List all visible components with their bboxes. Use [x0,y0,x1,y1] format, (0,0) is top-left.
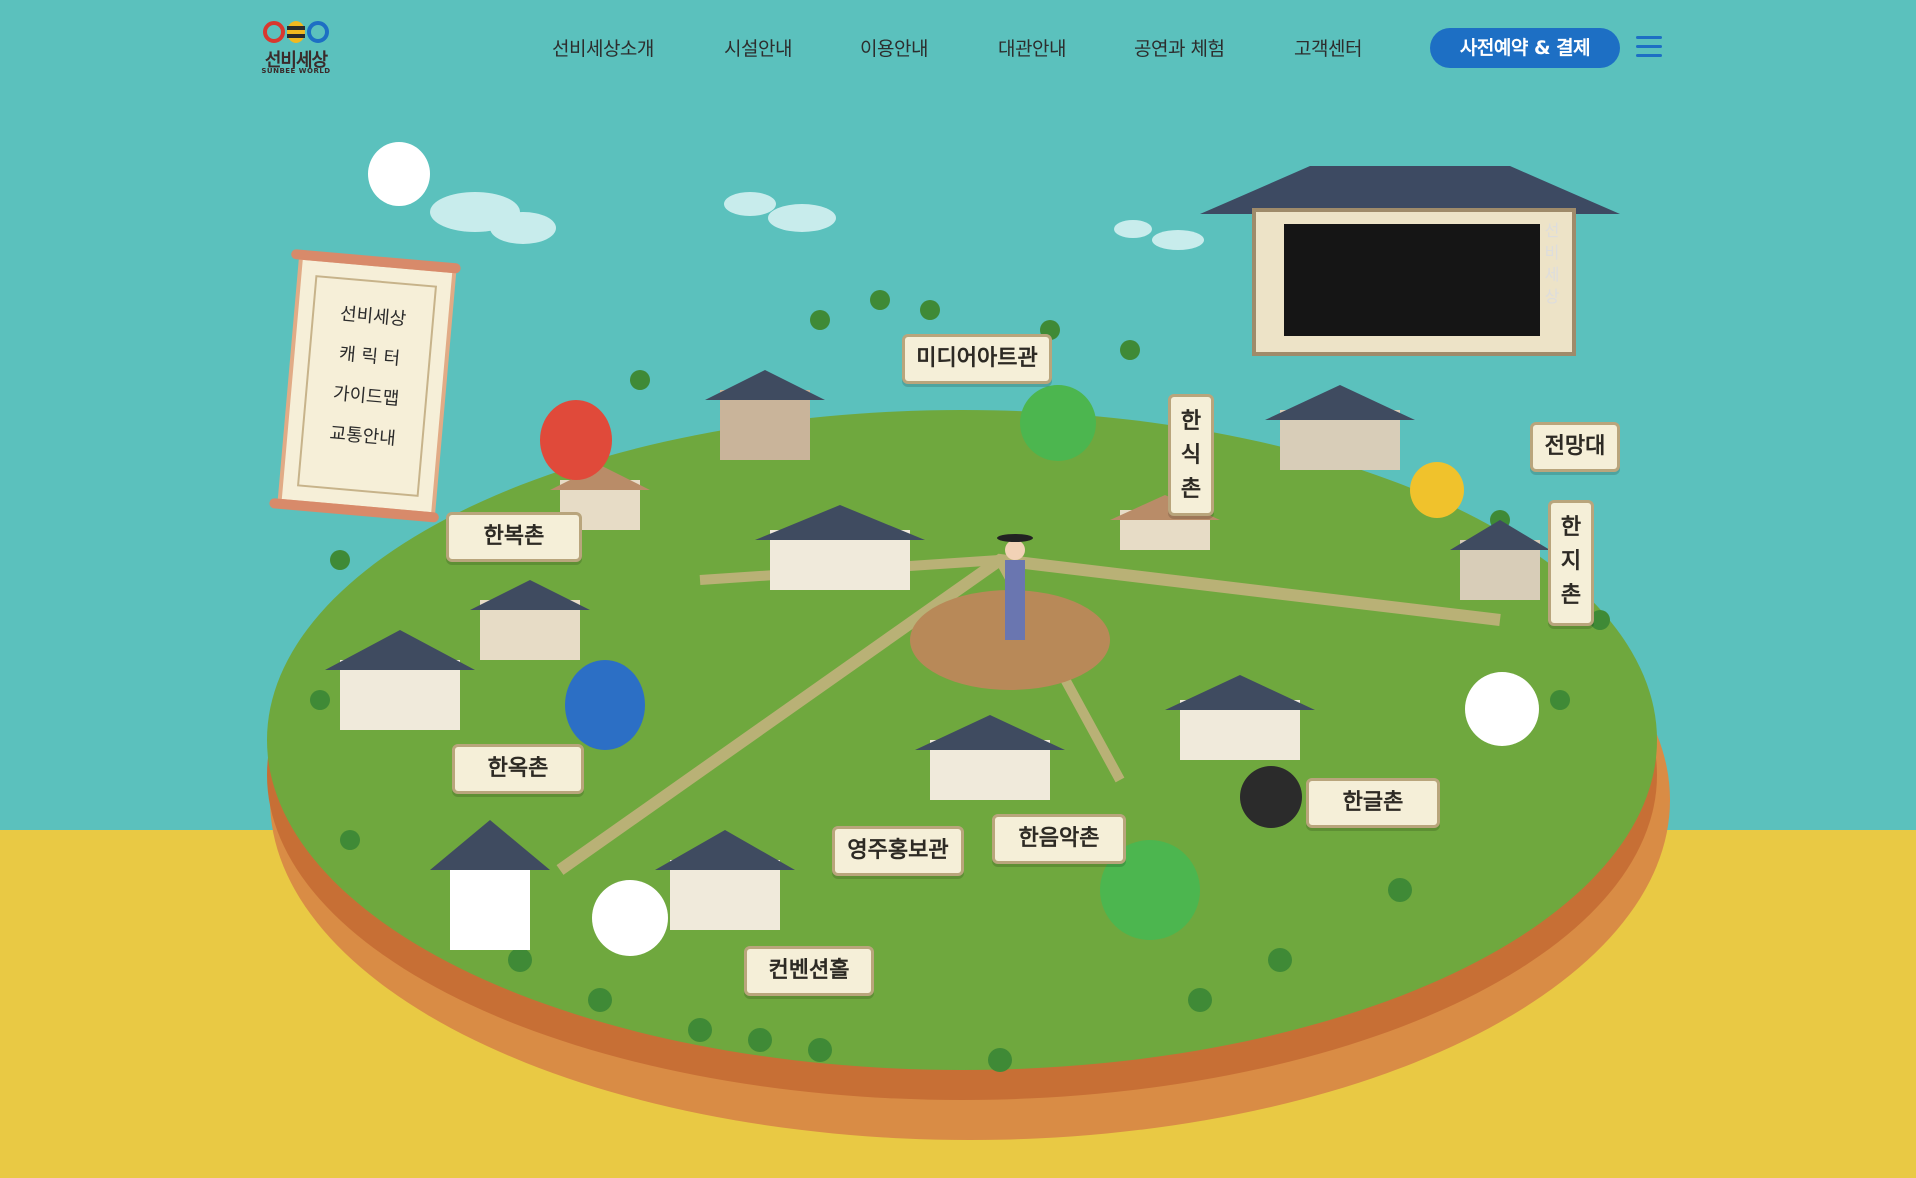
character-black [1240,766,1302,828]
map-label-hanji[interactable]: 한지촌 [1548,500,1594,626]
character-white-megaphone [592,880,668,956]
scroll-item-intro[interactable]: 선비세상 [313,297,433,333]
site-logo[interactable]: 선비세상 SUNBEE WORLD [258,16,334,76]
reservation-button[interactable]: 사전예약 & 결제 [1430,28,1620,68]
media-screen[interactable]: 선비세상 [1252,208,1576,356]
hamburger-icon[interactable] [1636,34,1664,58]
character-red [540,400,612,480]
map-label-hangeul[interactable]: 한글촌 [1306,778,1440,828]
nav-item-performance[interactable]: 공연과 체험 [1134,34,1225,61]
map-label-hanbok[interactable]: 한복촌 [446,512,582,562]
guide-map-island [267,290,1670,1140]
nav-item-rental[interactable]: 대관안내 [998,34,1066,61]
scroll-item-guide-map[interactable]: 가이드맵 [306,377,426,413]
character-green [1020,385,1096,461]
scroll-item-directions[interactable]: 교통안내 [303,417,423,453]
scroll-menu: 선비세상 캐 릭 터 가이드맵 교통안내 [269,248,462,523]
video-thumbnail [1284,224,1540,336]
map-label-hanok[interactable]: 한옥촌 [452,744,584,794]
map-label-media-art[interactable]: 미디어아트관 [902,334,1052,384]
site-header: 선비세상 SUNBEE WORLD 선비세상소개 시설안내 이용안내 대관안내 … [0,0,1916,96]
character-white-top [368,142,430,206]
logo-subtext: SUNBEE WORLD [261,67,331,75]
map-label-observatory[interactable]: 전망대 [1530,422,1620,472]
nav-item-intro[interactable]: 선비세상소개 [552,34,654,61]
scroll-item-characters[interactable]: 캐 릭 터 [310,337,430,373]
map-label-hansik[interactable]: 한식촌 [1168,394,1214,516]
character-blue [565,660,645,750]
map-label-convention[interactable]: 컨벤션홀 [744,946,874,996]
map-label-music[interactable]: 한음악촌 [992,814,1126,864]
map-label-yeongju[interactable]: 영주홍보관 [832,826,964,876]
nav-item-customer-center[interactable]: 고객센터 [1294,34,1362,61]
nav-item-usage[interactable]: 이용안내 [860,34,928,61]
character-white [1465,672,1539,746]
logo-mark-icon [263,21,329,43]
nav-item-facilities[interactable]: 시설안내 [724,34,792,61]
character-yellow [1410,462,1464,518]
screen-caption: 선비세상 [1544,221,1560,306]
